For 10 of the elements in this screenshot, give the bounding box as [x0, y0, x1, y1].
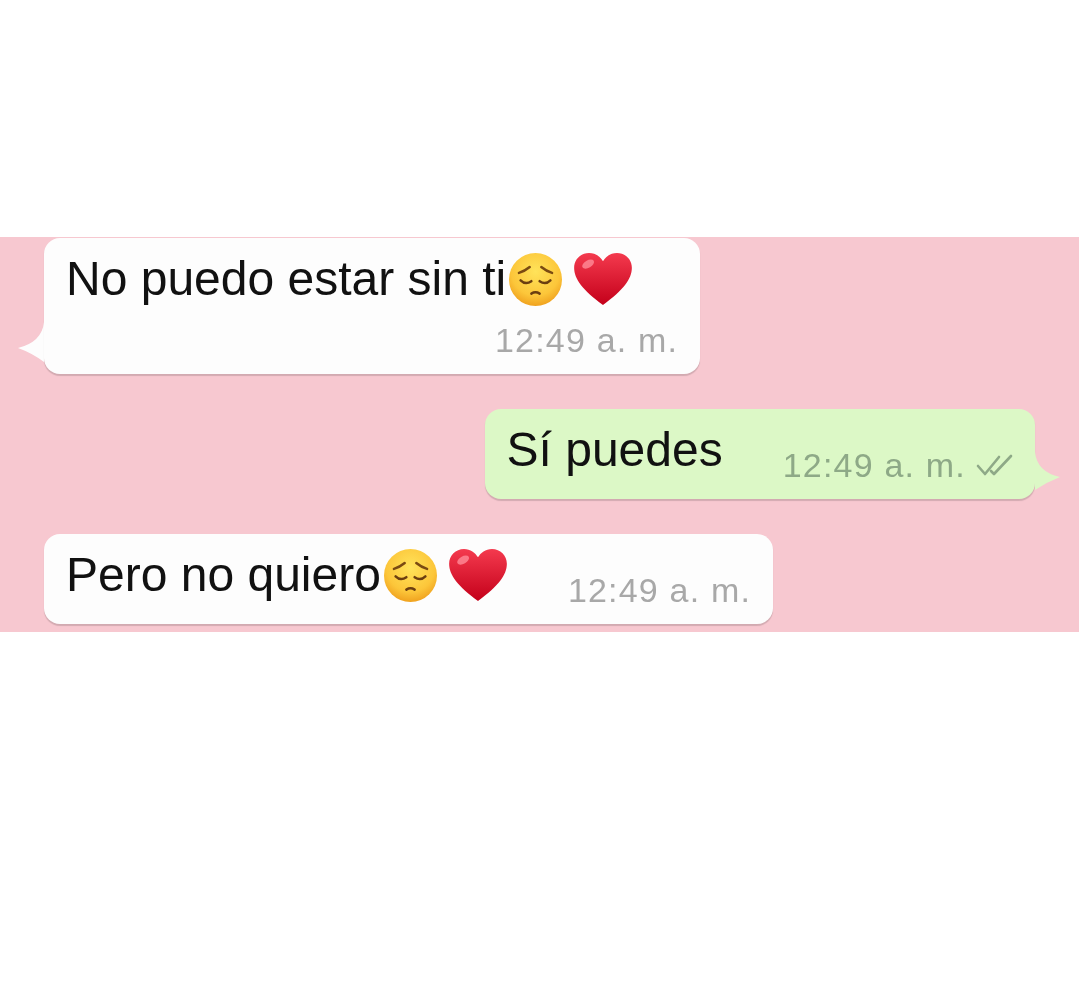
message-time: 12:49 a. m.	[567, 573, 752, 607]
sad-face-icon	[383, 548, 437, 602]
message-text: No puedo estar sin ti	[66, 255, 507, 303]
heart-icon	[447, 548, 508, 602]
message-time: 12:49 a. m.	[782, 448, 966, 482]
message-time: 12:49 a. m.	[494, 323, 679, 357]
heart-icon	[573, 252, 634, 306]
message-text: Pero no quiero	[66, 551, 381, 599]
sad-face-icon	[509, 252, 563, 306]
message-text: Sí puedes	[506, 426, 723, 474]
